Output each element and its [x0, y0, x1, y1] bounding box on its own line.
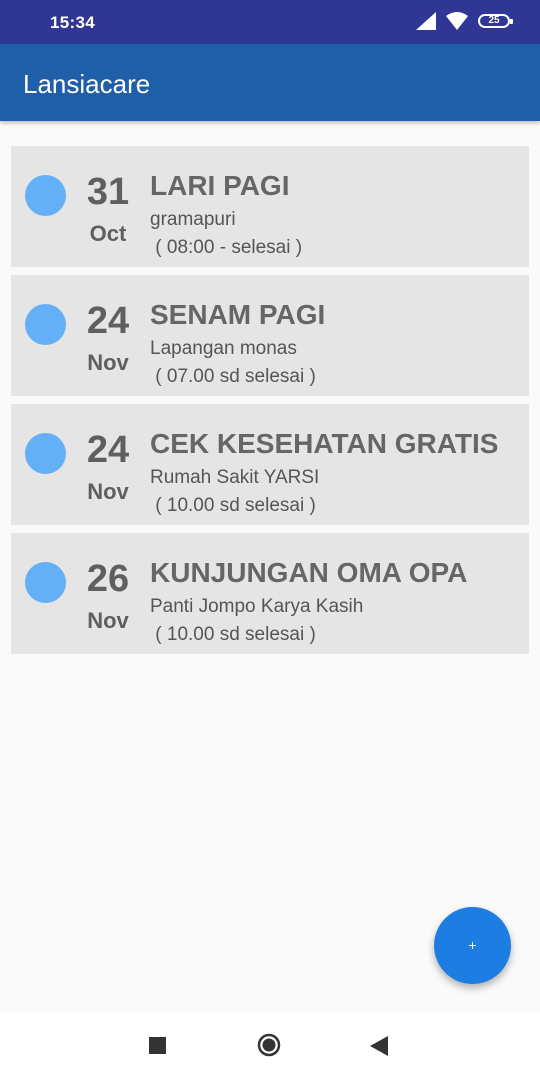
event-location: Lapangan monas — [150, 338, 297, 359]
event-title: SENAM PAGI — [150, 299, 326, 330]
event-dot-icon — [25, 304, 66, 345]
event-day: 26 — [86, 558, 130, 600]
event-time: ( 07.00 sd selesai ) — [150, 366, 316, 387]
battery-icon: 25 — [478, 14, 513, 28]
add-icon: + — [468, 937, 477, 953]
cell-signal-icon — [416, 12, 436, 30]
event-day: 24 — [86, 300, 130, 342]
event-dot-icon — [25, 562, 66, 603]
back-icon[interactable] — [370, 1036, 388, 1056]
home-icon[interactable] — [257, 1033, 281, 1057]
event-month: Nov — [87, 479, 129, 504]
event-location: gramapuri — [150, 209, 236, 230]
event-card[interactable]: 24 Nov SENAM PAGI Lapangan monas ( 07.00… — [11, 275, 529, 396]
event-card[interactable]: 24 Nov CEK KESEHATAN GRATIS Rumah Sakit … — [11, 404, 529, 525]
status-bar: 15:34 25 — [0, 0, 540, 44]
event-title: LARI PAGI — [150, 170, 290, 201]
event-location: Rumah Sakit YARSI — [150, 467, 320, 488]
event-list: 31 Oct LARI PAGI gramapuri ( 08:00 - sel… — [11, 146, 529, 662]
event-dot-icon — [25, 175, 66, 216]
event-day: 31 — [86, 171, 130, 213]
event-title: CEK KESEHATAN GRATIS — [150, 428, 499, 459]
event-card[interactable]: 26 Nov KUNJUNGAN OMA OPA Panti Jompo Kar… — [11, 533, 529, 654]
event-title: KUNJUNGAN OMA OPA — [150, 557, 468, 588]
event-card[interactable]: 31 Oct LARI PAGI gramapuri ( 08:00 - sel… — [11, 146, 529, 267]
app-title: Lansiacare — [23, 69, 151, 99]
event-day: 24 — [86, 429, 130, 471]
event-dot-icon — [25, 433, 66, 474]
event-time: ( 10.00 sd selesai ) — [150, 495, 316, 516]
status-time: 15:34 — [50, 13, 95, 32]
event-time: ( 10.00 sd selesai ) — [150, 624, 316, 645]
wifi-icon — [446, 12, 468, 30]
recents-icon[interactable] — [149, 1037, 166, 1054]
event-time: ( 08:00 - selesai ) — [150, 237, 303, 258]
nav-bar — [0, 1012, 540, 1078]
event-month: Nov — [87, 350, 129, 375]
event-month: Nov — [87, 608, 129, 633]
app-bar: Lansiacare — [0, 44, 540, 121]
add-event-button[interactable]: + — [434, 907, 511, 984]
status-icons: 25 — [416, 12, 513, 30]
event-month: Oct — [89, 221, 127, 246]
event-location: Panti Jompo Karya Kasih — [150, 596, 364, 617]
